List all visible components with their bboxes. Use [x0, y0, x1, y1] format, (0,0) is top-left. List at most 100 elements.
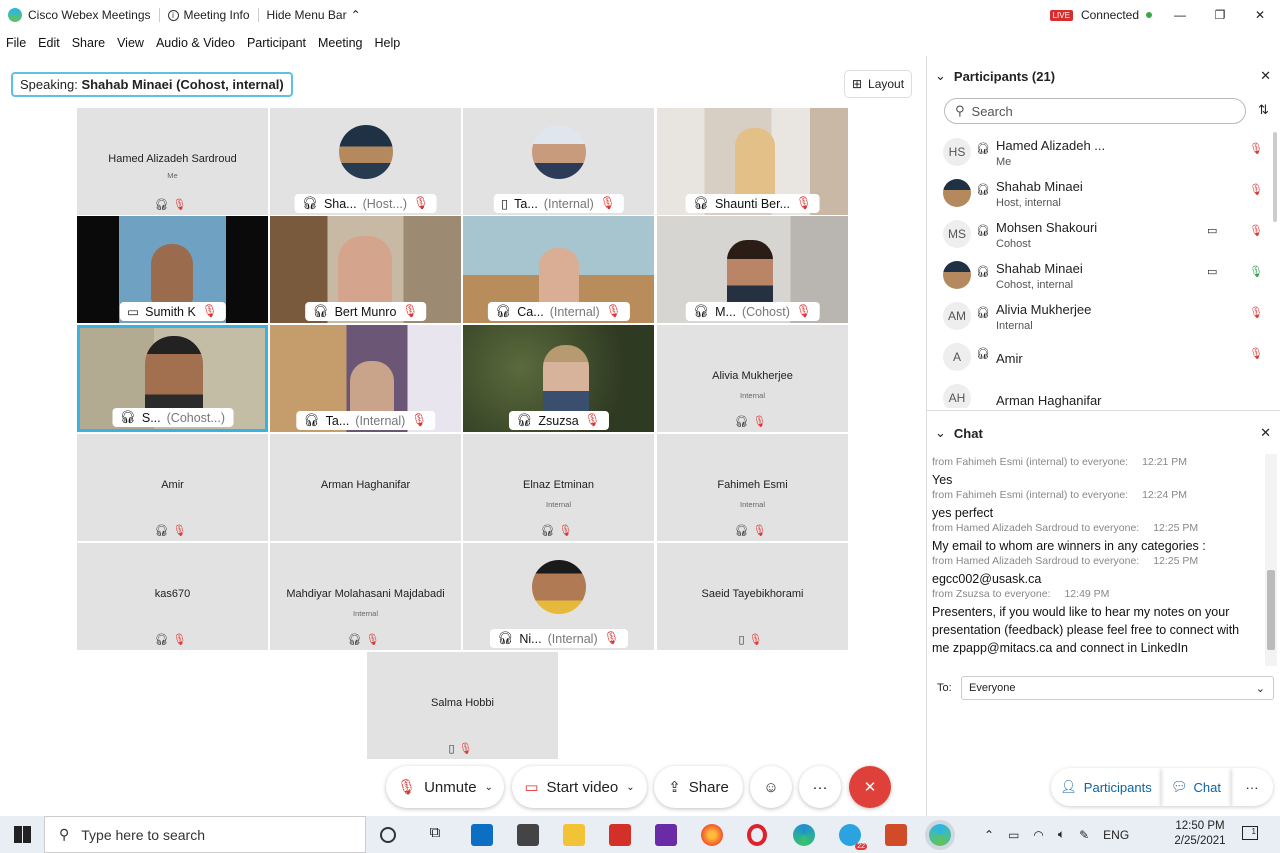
language-indicator[interactable]: ENG: [1103, 828, 1129, 842]
menu-participant[interactable]: Participant: [241, 36, 312, 50]
participant-item[interactable]: HS 🎧︎ Hamed Alizadeh ... Me 🎙︎: [943, 136, 1273, 176]
close-button[interactable]: ✕: [1240, 0, 1280, 30]
opera-icon[interactable]: [747, 824, 767, 846]
restore-button[interactable]: ❐: [1200, 0, 1240, 30]
video-tile[interactable]: 🎧︎ Shaunti Ber... 🎙︎: [657, 108, 848, 215]
video-tile[interactable]: Fahimeh Esmi Internal 🎧︎🎙︎: [657, 434, 848, 541]
volume-icon[interactable]: 🔈︎: [1058, 827, 1065, 842]
menu-bar: File Edit Share View Audio & Video Parti…: [0, 30, 1280, 56]
video-tile[interactable]: 🎧︎ Sha... (Host...) 🎙︎: [270, 108, 461, 215]
headset-icon: 🎧︎: [312, 304, 329, 318]
leave-meeting-button[interactable]: ✕: [849, 766, 891, 808]
sort-icon[interactable]: ⇅: [1258, 102, 1269, 118]
reactions-button[interactable]: ☺: [750, 766, 792, 808]
store-icon[interactable]: [517, 824, 539, 846]
app-title: Cisco Webex Meetings: [0, 0, 159, 30]
notification-center-icon[interactable]: 1: [1242, 826, 1258, 840]
firefox-icon[interactable]: [701, 824, 723, 846]
chevron-down-icon[interactable]: ⌄: [935, 68, 946, 84]
participant-search[interactable]: ⚲ Search: [944, 98, 1246, 124]
video-tile[interactable]: Mahdiyar Molahasani Majdabadi Internal 🎧…: [270, 543, 461, 650]
participant-item[interactable]: MS 🎧︎ Mohsen Shakouri Cohost ▭ 🎙︎: [943, 218, 1273, 258]
menu-share[interactable]: Share: [66, 36, 111, 50]
file-explorer-icon[interactable]: [563, 824, 585, 846]
live-badge: LIVE: [1049, 9, 1073, 21]
headset-icon: 🎧︎: [495, 304, 512, 318]
menu-file[interactable]: File: [0, 36, 32, 50]
menu-help[interactable]: Help: [368, 36, 406, 50]
video-tile[interactable]: 🎧︎ Ta... (Internal) 🎙︎: [270, 325, 461, 432]
unmute-button[interactable]: 🎙︎ Unmute ⌄: [386, 766, 504, 808]
muted-mic-icon: 🎙︎: [795, 304, 812, 318]
participants-scrollbar[interactable]: [1273, 132, 1277, 222]
participant-item[interactable]: 🎧︎ Shahab Minaei Cohost, internal ▭ 🎙︎: [943, 259, 1273, 299]
powerpoint-icon[interactable]: [885, 824, 907, 846]
video-tile[interactable]: 🎧︎ M... (Cohost) 🎙︎: [657, 216, 848, 323]
pen-icon[interactable]: ✎: [1079, 828, 1089, 842]
video-tile[interactable]: 🎧︎ Bert Munro 🎙︎: [270, 216, 461, 323]
muted-mic-icon: 🎙︎: [402, 304, 419, 318]
start-video-button[interactable]: ▭ Start video ⌄: [512, 766, 647, 808]
participant-item[interactable]: AM 🎧︎ Alivia Mukherjee Internal 🎙︎: [943, 300, 1273, 340]
video-tile[interactable]: ▯ Ta... (Internal) 🎙︎: [463, 108, 654, 215]
more-panels-button[interactable]: ···: [1231, 768, 1273, 806]
layout-button[interactable]: ⊞ Layout: [844, 70, 912, 98]
video-tile[interactable]: Saeid Tayebikhorami ▯🎙︎: [657, 543, 848, 650]
person-icon: 👤︎: [1060, 779, 1077, 794]
minimize-button[interactable]: —: [1160, 0, 1200, 30]
video-tile[interactable]: 🎧︎ Ca... (Internal) 🎙︎: [463, 216, 654, 323]
cortana-icon[interactable]: [380, 827, 396, 843]
mail-icon[interactable]: [471, 824, 493, 846]
close-panel-icon[interactable]: ✕: [1260, 68, 1271, 84]
muted-mic-icon: 🎙︎: [172, 525, 191, 537]
battery-icon[interactable]: ▭: [1008, 828, 1019, 842]
video-tile[interactable]: kas670 🎧︎🎙︎: [77, 543, 268, 650]
participant-item[interactable]: A 🎧︎ Amir 🎙︎: [943, 341, 1273, 381]
chevron-up-icon[interactable]: ⌃: [984, 828, 994, 842]
video-tile[interactable]: Amir 🎧︎🎙︎: [77, 434, 268, 541]
participants-panel-button[interactable]: 👤︎ Participants: [1051, 768, 1161, 806]
close-panel-icon[interactable]: ✕: [1260, 425, 1271, 441]
chevron-down-icon[interactable]: ⌄: [935, 425, 946, 441]
chat-scrollbar[interactable]: [1265, 454, 1277, 666]
menu-meeting[interactable]: Meeting: [312, 36, 368, 50]
task-view-icon[interactable]: ⧉: [424, 824, 446, 846]
headset-icon: 🎧︎: [303, 413, 320, 427]
windows-start-icon[interactable]: [14, 826, 31, 843]
chat-panel-button[interactable]: 💬︎ Chat: [1161, 768, 1231, 806]
menu-view[interactable]: View: [111, 36, 150, 50]
more-options-button[interactable]: ···: [799, 766, 841, 808]
smiley-icon: ☺: [763, 778, 779, 796]
visual-studio-icon[interactable]: [655, 824, 677, 846]
video-tile[interactable]: Alivia Mukherjee Internal 🎧︎🎙︎: [657, 325, 848, 432]
chevron-down-icon[interactable]: ⌄: [626, 782, 634, 793]
hide-menu-bar-button[interactable]: Hide Menu Bar ⌃: [259, 0, 369, 30]
participant-item[interactable]: AH Arman Haghanifar: [943, 382, 1273, 408]
acrobat-icon[interactable]: [609, 824, 631, 846]
wifi-icon[interactable]: ◠: [1033, 828, 1043, 842]
telegram-icon[interactable]: 22: [839, 824, 867, 850]
taskbar-search-input[interactable]: ⚲ Type here to search: [44, 816, 366, 853]
video-tile[interactable]: Hamed Alizadeh Sardroud Me 🎧︎🎙︎: [77, 108, 268, 215]
meeting-info-button[interactable]: i Meeting Info: [160, 0, 258, 30]
video-tile[interactable]: 🎧︎ Ni... (Internal) 🎙︎: [463, 543, 654, 650]
menu-audio-video[interactable]: Audio & Video: [150, 36, 241, 50]
muted-mic-icon: 🎙︎: [796, 196, 812, 210]
menu-edit[interactable]: Edit: [32, 36, 66, 50]
share-button[interactable]: ⇪ Share: [654, 766, 743, 808]
video-tile[interactable]: ▭ Sumith K 🎙︎: [77, 216, 268, 323]
clock[interactable]: 12:50 PM 2/25/2021: [1168, 819, 1232, 849]
webex-taskbar-icon[interactable]: [929, 824, 951, 846]
chevron-down-icon[interactable]: ⌄: [485, 782, 493, 793]
edge-icon[interactable]: [793, 824, 815, 846]
chat-recipient-select[interactable]: Everyone ⌄: [961, 676, 1274, 700]
muted-mic-icon: 🎙︎: [603, 631, 620, 645]
participant-item[interactable]: 🎧︎ Shahab Minaei Host, internal 🎙︎: [943, 177, 1273, 217]
muted-mic-icon: 🎙︎: [413, 196, 429, 210]
video-tile[interactable]: 🎧︎ Zsuzsa 🎙︎: [463, 325, 654, 432]
video-tile[interactable]: Elnaz Etminan Internal 🎧︎🎙︎: [463, 434, 654, 541]
video-tile-active-speaker[interactable]: 🎧︎ S... (Cohost...): [77, 325, 268, 432]
headset-icon: 🎧︎: [976, 225, 990, 237]
video-tile[interactable]: Salma Hobbi ▯🎙︎: [367, 652, 558, 759]
video-tile[interactable]: Arman Haghanifar: [270, 434, 461, 541]
